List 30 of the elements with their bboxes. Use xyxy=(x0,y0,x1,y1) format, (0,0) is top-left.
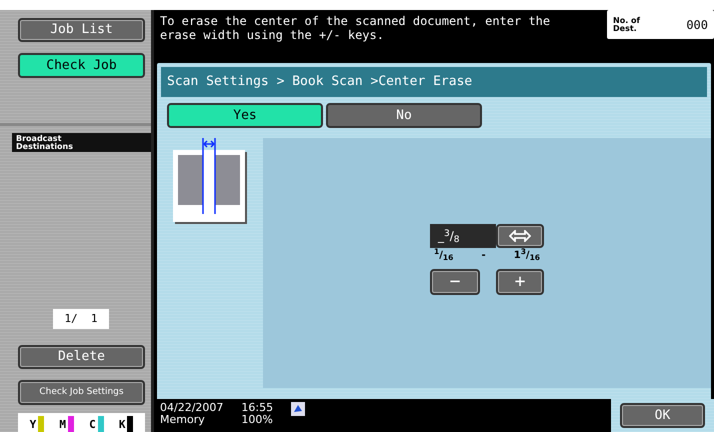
erase-width-display: _$^{3}$/$_{8}$ xyxy=(430,224,496,248)
option-tab[interactable]: No xyxy=(326,103,482,128)
destination-count-label: No. of Dest. xyxy=(613,16,641,32)
page-counter: 1/ 1 xyxy=(53,309,109,329)
minus-button[interactable]: − xyxy=(430,269,480,295)
toner-label: Y xyxy=(30,418,36,432)
horizontal-double-arrow-icon xyxy=(509,230,531,242)
memory-label: Memory xyxy=(160,414,206,426)
instruction-message: To erase the center of the scanned document, enter the erase width using the +/- keys. xyxy=(159,13,552,42)
toner-label: C xyxy=(89,418,96,432)
delete-button[interactable]: Delete xyxy=(18,344,145,370)
toner-label: K xyxy=(118,418,126,432)
toner-label: M xyxy=(59,418,66,432)
maximum-value: 1$^{3}$/$_{16}$ xyxy=(514,248,540,263)
destination-count-value: 000 xyxy=(686,16,708,34)
center-erase-page-icon xyxy=(173,138,249,226)
check-job-settings-button[interactable]: Check Job Settings xyxy=(18,380,145,405)
breadcrumb-bar: Scan Settings > Book Scan >Center Erase xyxy=(161,67,707,97)
status-time: 16:55 xyxy=(241,402,274,414)
range-dash: - xyxy=(481,249,486,263)
check-job-button[interactable]: Check Job xyxy=(18,53,145,78)
option-tab[interactable]: Yes xyxy=(167,103,323,128)
memory-value: 100% xyxy=(241,414,274,426)
ok-button[interactable]: OK xyxy=(620,403,705,428)
job-list-button[interactable]: Job List xyxy=(18,18,145,42)
direction-button[interactable] xyxy=(496,224,544,248)
plus-button[interactable]: + xyxy=(496,269,544,295)
broadcast-destinations-label: Broadcast Destinations xyxy=(12,132,151,152)
status-date: 04/22/2007 xyxy=(160,402,224,414)
minimum-value: $^{1}$/$_{16}$ xyxy=(434,248,454,263)
